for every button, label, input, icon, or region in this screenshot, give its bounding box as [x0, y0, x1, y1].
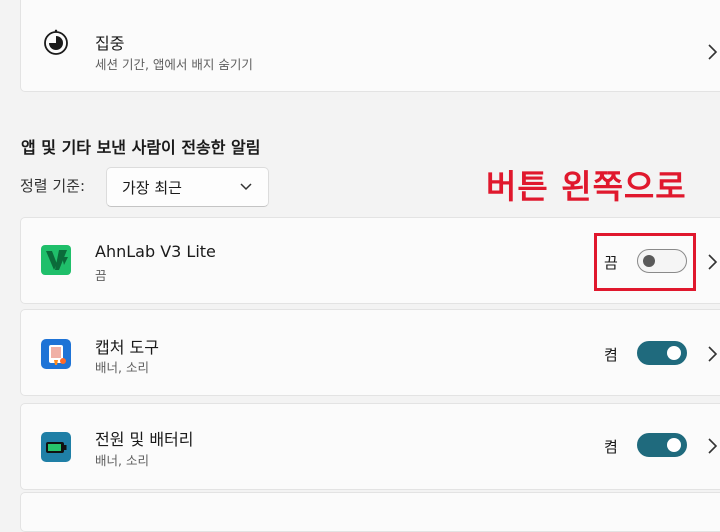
snipping-tool-icon	[41, 339, 71, 369]
app-status: 배너, 소리	[95, 453, 149, 468]
chevron-right-icon	[708, 438, 718, 454]
focus-title: 집중	[95, 34, 125, 53]
toggle-knob	[667, 438, 681, 452]
app-name: 캡처 도구	[95, 338, 159, 357]
sort-value: 가장 최근	[122, 179, 182, 197]
app-name: AhnLab V3 Lite	[95, 242, 216, 261]
chevron-down-icon	[240, 183, 252, 191]
sort-label: 정렬 기준:	[20, 177, 86, 195]
focus-settings-row[interactable]: 집중 세션 기간, 앱에서 배지 숨기기	[20, 0, 720, 92]
battery-icon	[41, 432, 71, 462]
notification-toggle[interactable]	[637, 433, 687, 457]
app-row-next[interactable]	[20, 492, 720, 532]
chevron-right-icon	[708, 346, 718, 362]
app-status: 배너, 소리	[95, 360, 149, 375]
app-name: 전원 및 배터리	[95, 430, 194, 449]
chevron-right-icon	[708, 44, 718, 60]
app-row-power-battery[interactable]: 전원 및 배터리 배너, 소리 켬	[20, 403, 720, 490]
highlight-box	[594, 233, 696, 291]
chevron-right-icon	[708, 254, 718, 270]
toggle-state-label: 켬	[604, 438, 618, 456]
section-heading: 앱 및 기타 보낸 사람이 전송한 알림	[21, 138, 261, 157]
annotation-text: 버튼 왼쪽으로	[486, 167, 687, 206]
sort-dropdown[interactable]: 가장 최근	[106, 167, 269, 207]
toggle-state-label: 켬	[604, 346, 618, 364]
focus-subtitle: 세션 기간, 앱에서 배지 숨기기	[95, 57, 253, 72]
toggle-knob	[667, 346, 681, 360]
app-status: 끔	[95, 268, 107, 283]
notification-toggle[interactable]	[637, 341, 687, 365]
app-row-snipping-tool[interactable]: 캡처 도구 배너, 소리 켬	[20, 309, 720, 396]
ahnlab-v3-icon	[41, 245, 71, 275]
focus-clock-icon	[44, 29, 68, 55]
